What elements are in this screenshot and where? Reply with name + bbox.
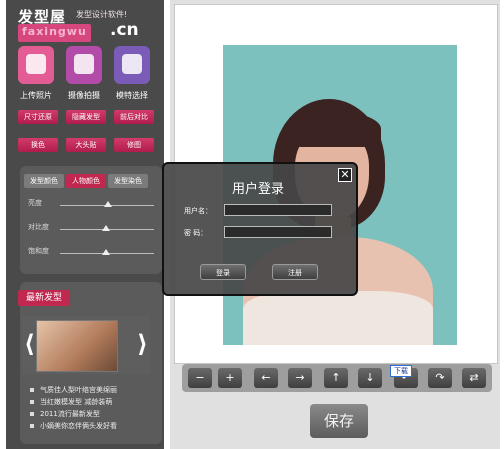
model-select-button[interactable] <box>114 46 150 84</box>
zoom-in-icon[interactable]: + <box>218 368 242 388</box>
slider-handle[interactable] <box>104 201 112 207</box>
flip-icon[interactable]: ⇄ <box>462 368 486 388</box>
size-restore-button[interactable]: 尺寸还原 <box>18 110 58 124</box>
change-color-button[interactable]: 换色 <box>18 138 58 152</box>
left-panel: 发型屋 发型设计软件! faxingwu .cn 上传照片 摄像拍摄 模特选择 … <box>6 0 164 449</box>
slider-handle[interactable] <box>102 249 110 255</box>
compare-button[interactable]: 前后对比 <box>114 110 154 124</box>
carousel-prev-arrow-icon[interactable]: ⟨ <box>24 330 35 358</box>
dress-shape <box>243 291 433 345</box>
logo-subtitle: 发型设计软件! <box>76 10 128 19</box>
upload-photo-icon <box>26 54 46 74</box>
upload-photo-label: 上传照片 <box>20 91 52 100</box>
retouch-button[interactable]: 修图 <box>114 138 154 152</box>
camera-icon <box>74 54 94 74</box>
brightness-label: 亮度 <box>28 199 42 207</box>
tab-hair-color[interactable]: 发型颜色 <box>24 174 64 188</box>
logo-url: faxingwu <box>18 24 91 42</box>
news-list-item[interactable]: 小嫡美你恋伴俩头发好看 <box>30 420 160 432</box>
saturation-slider[interactable]: 饱和度 <box>28 246 154 260</box>
close-icon[interactable]: ✕ <box>338 168 352 182</box>
username-field[interactable] <box>224 204 332 216</box>
password-field[interactable] <box>224 226 332 238</box>
rotate-right-icon[interactable]: ↷ <box>428 368 452 388</box>
news-list-item[interactable]: 气质佳人梨叶络宫美绵丽 <box>30 384 160 396</box>
image-toolbar: − + ← → ↑ ↓ ↶ ↷ ⇄ <box>182 364 492 392</box>
bangs-shape <box>283 111 381 147</box>
logo-suffix: .cn <box>110 20 139 40</box>
news-heading: 最新发型 <box>18 290 70 306</box>
password-label: 密 码： <box>184 229 208 237</box>
news-thumbnail[interactable] <box>36 320 118 372</box>
dialog-title: 用户登录 <box>232 182 285 197</box>
move-right-icon[interactable]: → <box>288 368 312 388</box>
camera-label: 摄像拍摄 <box>68 91 100 100</box>
save-button[interactable]: 保存 <box>310 404 368 438</box>
username-label: 用户名： <box>184 207 212 215</box>
zoom-out-icon[interactable]: − <box>188 368 212 388</box>
move-left-icon[interactable]: ← <box>254 368 278 388</box>
login-button[interactable]: 登录 <box>200 264 246 280</box>
move-down-icon[interactable]: ↓ <box>358 368 382 388</box>
tab-person-color[interactable]: 人物颜色 <box>66 174 106 188</box>
news-list-item[interactable]: 2011流行最新发型 <box>30 408 160 420</box>
camera-button[interactable] <box>66 46 102 84</box>
contrast-label: 对比度 <box>28 223 49 231</box>
model-select-icon <box>122 54 142 74</box>
move-up-icon[interactable]: ↑ <box>324 368 348 388</box>
news-list-item[interactable]: 当红嫩模发型 减龄装萌 <box>30 396 160 408</box>
download-tooltip: 下载 <box>390 365 412 377</box>
register-button[interactable]: 注册 <box>272 264 318 280</box>
news-list: 气质佳人梨叶络宫美绵丽 当红嫩模发型 减龄装萌 2011流行最新发型 小嫡美你恋… <box>30 384 160 432</box>
carousel-next-arrow-icon[interactable]: ⟩ <box>137 330 148 358</box>
big-head-button[interactable]: 大头贴 <box>66 138 106 152</box>
upload-photo-button[interactable] <box>18 46 54 84</box>
tab-hair-dye[interactable]: 发型染色 <box>108 174 148 188</box>
brightness-slider[interactable]: 亮度 <box>28 198 154 212</box>
hide-hairstyle-button[interactable]: 隐藏发型 <box>66 110 106 124</box>
saturation-label: 饱和度 <box>28 247 49 255</box>
model-select-label: 模特选择 <box>116 91 148 100</box>
contrast-slider[interactable]: 对比度 <box>28 222 154 236</box>
slider-handle[interactable] <box>102 225 110 231</box>
news-carousel: ⟨ ⟩ <box>22 316 150 374</box>
login-dialog: 用户登录 ✕ 用户名： 密 码： 登录 注册 <box>162 162 358 296</box>
